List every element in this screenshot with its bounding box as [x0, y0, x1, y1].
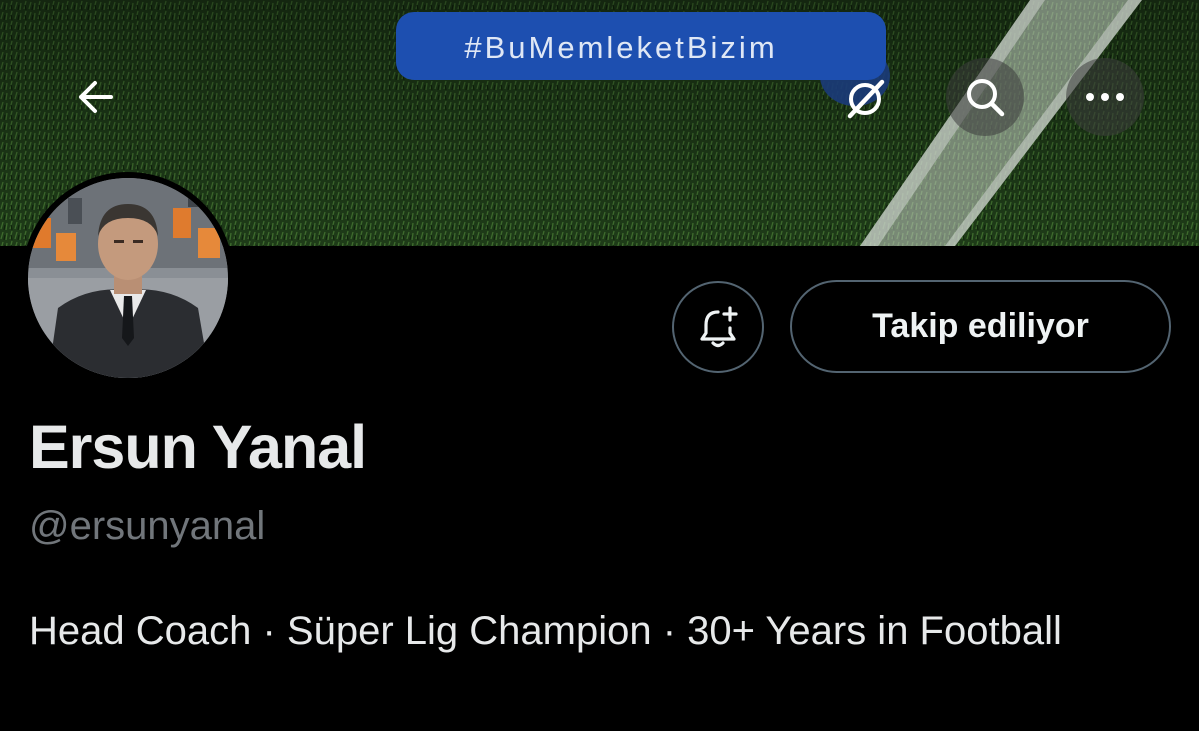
user-handle: @ersunyanal [29, 504, 266, 548]
following-button[interactable]: Takip ediliyor [790, 280, 1171, 373]
bell-plus-icon [700, 306, 738, 348]
search-button[interactable] [946, 58, 1024, 136]
arrow-left-icon [79, 81, 113, 113]
back-button[interactable] [56, 58, 134, 136]
profile-bio: Head Coach · Süper Lig Champion · 30+ Ye… [29, 609, 1062, 653]
grok-icon [847, 79, 885, 119]
profile-photo [28, 178, 228, 378]
hashtag-banner-text: #BuMemleketBizim [396, 12, 886, 80]
more-horizontal-icon [1086, 93, 1124, 101]
display-name: Ersun Yanal [29, 413, 367, 481]
search-icon [967, 79, 1005, 117]
notifications-button[interactable] [672, 281, 764, 373]
avatar[interactable] [28, 178, 228, 378]
more-options-button[interactable] [1066, 58, 1144, 136]
grok-button[interactable] [826, 60, 904, 138]
